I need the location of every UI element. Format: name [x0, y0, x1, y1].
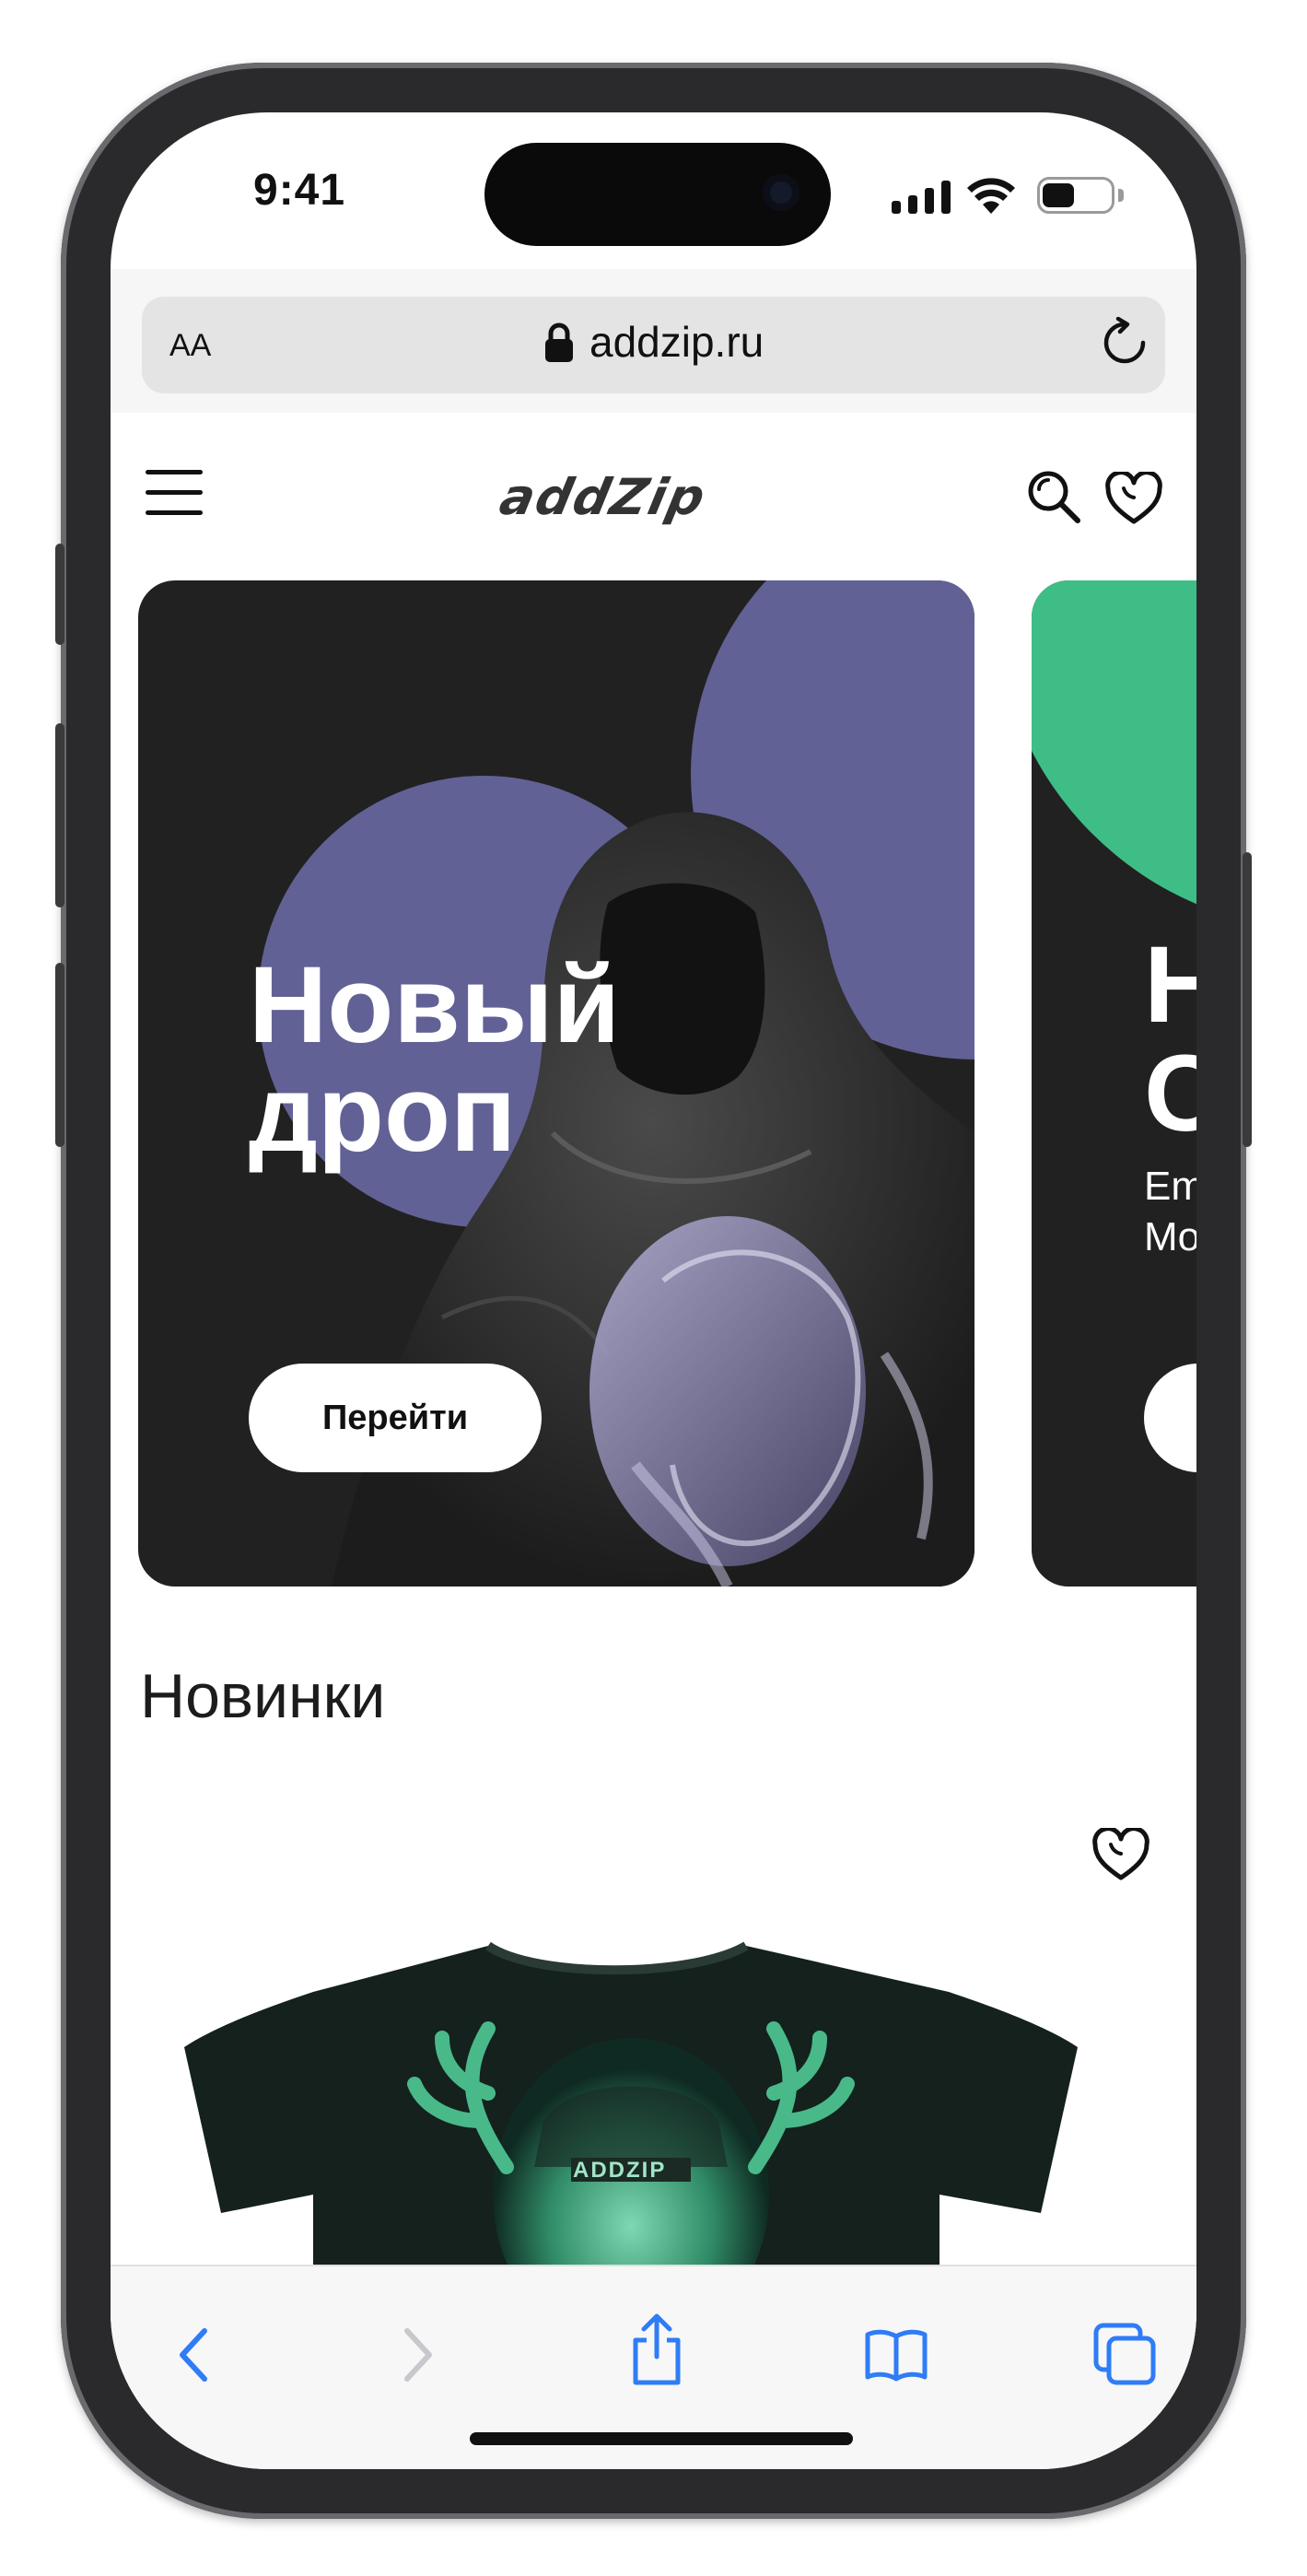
- front-camera: [763, 174, 799, 211]
- search-icon[interactable]: [1024, 467, 1083, 526]
- heart-icon[interactable]: [1105, 472, 1162, 525]
- banner-title: Н С: [1144, 931, 1196, 1148]
- go-button[interactable]: Перейти: [249, 1364, 542, 1472]
- power-button: [1243, 852, 1252, 1147]
- banner-title: Новый дроп: [249, 951, 620, 1168]
- bookmarks-icon[interactable]: [864, 2327, 928, 2383]
- banner-title-line1: Н: [1144, 924, 1196, 1046]
- hero-banner-new-drop[interactable]: Новый дроп Перейти: [138, 580, 974, 1587]
- volume-up-button: [55, 723, 64, 907]
- status-time: 9:41: [253, 166, 346, 215]
- share-icon[interactable]: [630, 2313, 683, 2386]
- banner-subtitle: Em Mo: [1144, 1161, 1196, 1262]
- battery-level: [1043, 183, 1074, 207]
- favorite-heart-icon[interactable]: [1092, 1828, 1149, 1881]
- cellular-signal-icon: [892, 181, 951, 214]
- banner-subtitle-line1: Em: [1144, 1164, 1196, 1209]
- volume-down-button: [55, 963, 64, 1147]
- forward-icon[interactable]: [402, 2327, 435, 2383]
- back-icon[interactable]: [177, 2327, 210, 2383]
- banner-title-line2: С: [1144, 1033, 1196, 1154]
- menu-icon[interactable]: [146, 470, 203, 516]
- product-card[interactable]: ADDZIP: [138, 1891, 1161, 2265]
- url-text[interactable]: addzip.ru: [589, 317, 764, 367]
- hero-banner-second[interactable]: Н С Em Mo: [1032, 580, 1196, 1587]
- banner-subtitle-line2: Mo: [1144, 1214, 1196, 1259]
- tshirt-print-text: ADDZIP: [573, 2158, 667, 2183]
- tshirt-image: [184, 1941, 1078, 2265]
- tabs-icon[interactable]: [1092, 2322, 1157, 2386]
- text-size-button[interactable]: AA: [169, 320, 211, 366]
- action-button: [55, 544, 64, 645]
- banner-title-line1: Новый: [249, 944, 621, 1066]
- phone-screen: 9:41 AA addzip.ru addZip Новый дроп Пере…: [111, 112, 1196, 2469]
- site-logo[interactable]: addZip: [495, 468, 711, 526]
- text-size-label: AA: [169, 328, 212, 363]
- banner-title-line2: дроп: [249, 1053, 517, 1175]
- banner-decor-circle: [1032, 580, 1196, 931]
- banner-button[interactable]: [1144, 1364, 1196, 1472]
- reload-icon[interactable]: [1102, 317, 1148, 367]
- wifi-icon: [967, 178, 1015, 214]
- section-title-new-arrivals: Новинки: [140, 1661, 386, 1731]
- home-indicator[interactable]: [470, 2432, 853, 2445]
- lock-icon: [545, 322, 573, 362]
- battery-cap: [1118, 189, 1124, 202]
